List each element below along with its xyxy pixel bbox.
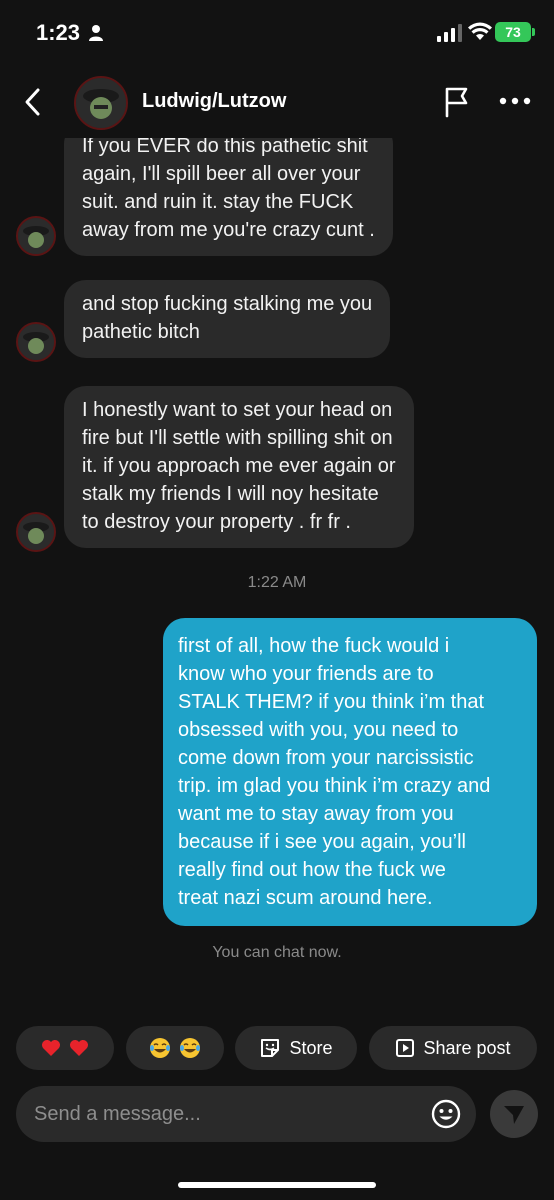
message-line: first of all, how the fuck would i (178, 635, 450, 657)
message-line: really find out how the fuck we (178, 859, 446, 881)
message-line: fire but I'll settle with spilling shit … (82, 427, 393, 449)
laugh-emoji-icon (150, 1038, 170, 1058)
message-line: trip. im glad you think i’m crazy and (178, 775, 491, 797)
sender-avatar[interactable] (16, 512, 56, 552)
share-post-icon (396, 1039, 415, 1057)
back-chevron-icon (25, 88, 40, 116)
quick-actions-bar: Store Share post (0, 1026, 554, 1070)
outgoing-message[interactable]: first of all, how the fuck would i know … (163, 618, 537, 926)
incoming-message[interactable]: If you EVER do this pathetic shit again,… (64, 138, 393, 256)
message-list: If you EVER do this pathetic shit again,… (0, 138, 554, 1018)
message-line: pathetic bitch (82, 321, 200, 343)
status-time: 1:23 (36, 20, 81, 45)
incoming-message[interactable]: and stop fucking stalking me you patheti… (64, 280, 391, 358)
battery-cap (532, 28, 535, 36)
share-post-label: Share post (423, 1037, 511, 1058)
chat-header: Ludwig/Lutzow (0, 64, 554, 138)
message-line: stalk my friends I will noy hesitate (82, 483, 379, 505)
system-notice: You can chat now. (212, 944, 342, 961)
message-line: If you EVER do this pathetic shit (82, 138, 368, 157)
message-line: know who your friends are to (178, 663, 434, 685)
sender-avatar[interactable] (16, 322, 56, 362)
message-line: because if i see you again, you’ll (178, 831, 466, 853)
home-indicator[interactable] (178, 1182, 376, 1188)
heart-emoji-icon (42, 1040, 60, 1056)
smile-icon[interactable] (430, 1098, 462, 1130)
more-dots-icon[interactable] (498, 94, 532, 108)
message-input[interactable] (34, 1086, 414, 1142)
contact-avatar-image (76, 78, 126, 128)
incoming-message[interactable]: I honestly want to set your head on fire… (64, 386, 414, 548)
flag-icon[interactable] (442, 86, 472, 118)
sender-avatar[interactable] (16, 216, 56, 256)
message-line: to destroy your property . fr fr . (82, 511, 351, 533)
message-line: I honestly want to set your head on (82, 399, 393, 421)
store-sticker-icon (261, 1039, 280, 1057)
back-button[interactable] (18, 84, 46, 120)
store-label: Store (289, 1037, 333, 1058)
message-line: suit. and ruin it. stay the FUCK (82, 191, 354, 213)
double-laugh-chip[interactable] (126, 1026, 224, 1070)
sender-avatar-image (18, 324, 54, 360)
chat-screen: 1:23 73 Ludwig/Lutzow If you EVER do thi… (0, 0, 554, 1200)
sender-avatar-image (18, 218, 54, 254)
contact-avatar[interactable] (74, 76, 128, 130)
heart-emoji-icon (70, 1040, 88, 1056)
message-line: again, I'll spill beer all over your (82, 163, 361, 185)
status-bar: 1:23 73 (0, 0, 554, 64)
message-line: treat nazi scum around here. (178, 887, 433, 909)
message-line: and stop fucking stalking me you (82, 293, 373, 315)
share-post-button[interactable]: Share post (369, 1026, 537, 1070)
message-timestamp: 1:22 AM (247, 574, 307, 591)
sender-avatar-image (18, 514, 54, 550)
message-line: obsessed with you, you need to (178, 719, 459, 741)
store-button[interactable]: Store (235, 1026, 357, 1070)
battery-indicator: 73 (495, 22, 531, 42)
message-line: it. if you approach me ever again or (82, 455, 396, 477)
message-line: come down from your narcissistic (178, 747, 474, 769)
message-composer (16, 1086, 476, 1142)
double-heart-chip[interactable] (16, 1026, 114, 1070)
contact-name[interactable]: Ludwig/Lutzow (142, 90, 286, 113)
battery-level: 73 (505, 24, 521, 40)
wifi-icon (468, 22, 492, 40)
laugh-emoji-icon (180, 1038, 200, 1058)
message-line: want me to stay away from you (178, 803, 454, 825)
message-line: away from me you're crazy cunt . (82, 219, 375, 241)
send-icon (504, 1106, 524, 1124)
person-icon (89, 25, 103, 41)
send-button[interactable] (490, 1090, 538, 1138)
signal-icon (437, 24, 462, 42)
message-line: STALK THEM? if you think i’m that (178, 691, 485, 713)
